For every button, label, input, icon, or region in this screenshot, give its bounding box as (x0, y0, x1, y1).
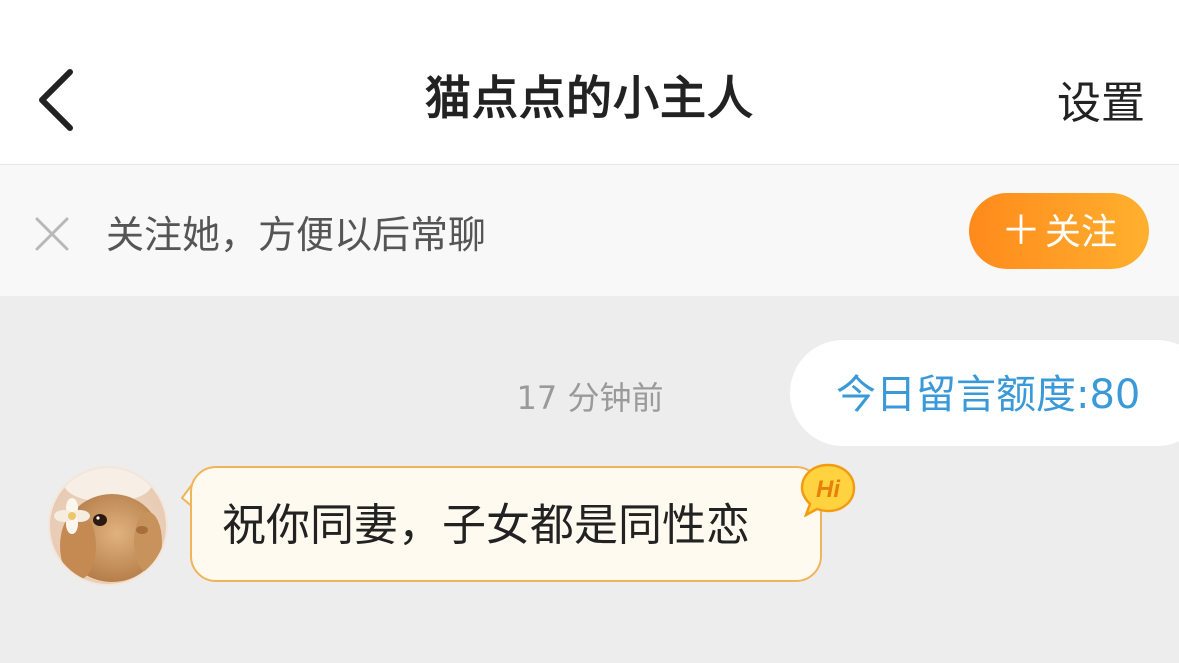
quota-text: 今日留言额度:80 (836, 372, 1141, 418)
avatar[interactable] (48, 466, 168, 586)
page-title: 猫点点的小主人 (425, 71, 754, 125)
follow-button-label: 关注 (1044, 212, 1117, 253)
header-bar: 猫点点的小主人 设置 (0, 0, 1179, 165)
settings-button[interactable]: 设置 (1057, 74, 1145, 134)
hi-badge-text: Hi (816, 476, 841, 503)
close-icon (35, 217, 69, 251)
message-timestamp: 17 分钟前 (516, 379, 664, 417)
bunny-avatar-image (50, 468, 166, 584)
close-follow-bar-button[interactable] (30, 212, 74, 256)
hi-badge-icon: Hi (798, 461, 858, 518)
message-text: 祝你同妻，子女都是同性恋 (222, 500, 750, 551)
follow-prompt-text: 关注她，方便以后常聊 (106, 213, 487, 257)
plus-icon: ＋ (1000, 208, 1041, 254)
follow-button[interactable]: ＋关注 (969, 193, 1149, 269)
chat-screen: 猫点点的小主人 设置 关注她，方便以后常聊 ＋关注 17 分钟前 今日留言额度:… (0, 0, 1179, 663)
